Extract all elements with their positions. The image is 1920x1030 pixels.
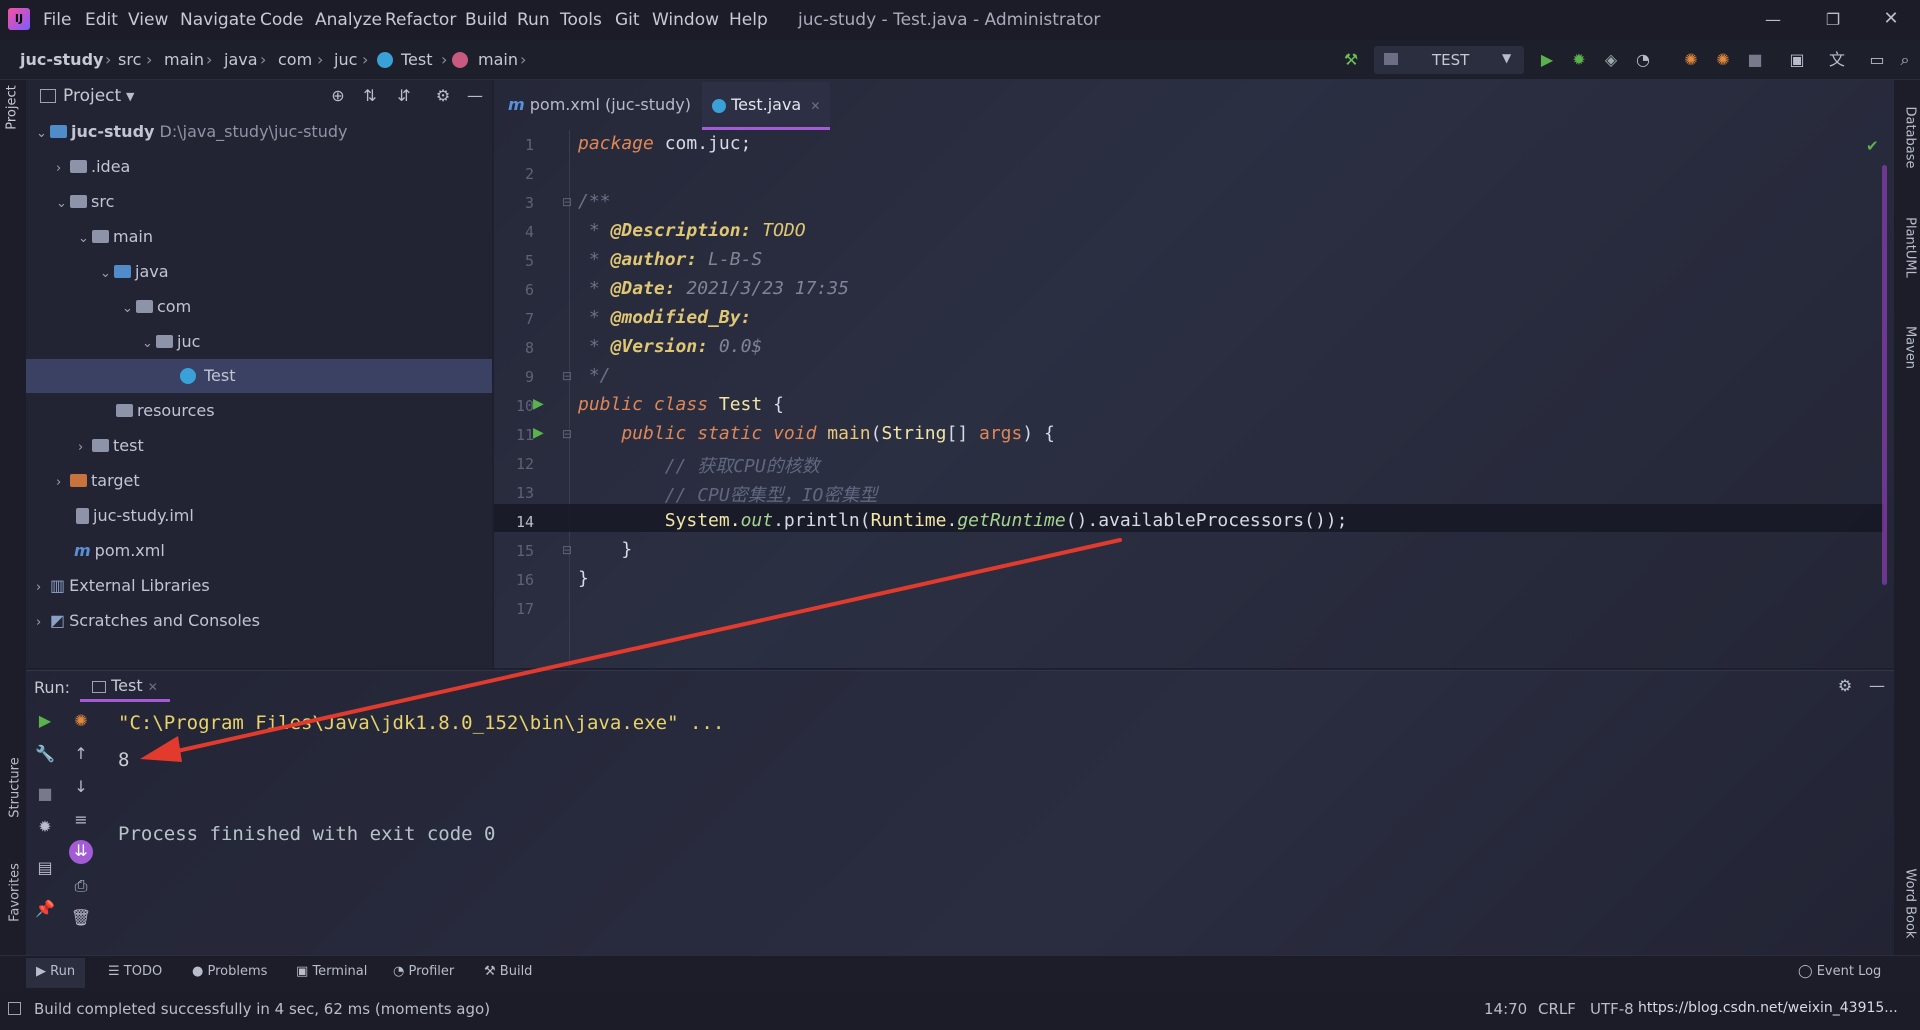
annotation-arrow (140, 538, 1122, 762)
bottom-tab-label: Problems (207, 964, 268, 979)
profiler-icon: ◔ (393, 964, 405, 979)
bottom-tab-event-log[interactable]: ◯ Event Log (1798, 964, 1881, 979)
bottom-tab-terminal[interactable]: ▣ Terminal (296, 964, 367, 979)
bottom-tab-label: Terminal (312, 964, 368, 979)
run-icon: ▶ (36, 964, 46, 979)
hammer-icon: ⚒ (484, 964, 496, 979)
bottom-tab-todo[interactable]: ☰ TODO (108, 964, 162, 979)
bottom-tab-label: Build (499, 964, 533, 979)
bottom-tab-run[interactable]: ▶ Run (26, 958, 86, 988)
list-icon: ☰ (108, 964, 120, 979)
terminal-icon: ▣ (296, 964, 309, 979)
bottom-tab-label: Run (50, 964, 76, 979)
line-separator[interactable]: CRLF (1538, 1000, 1576, 1018)
bottom-tab-label: Event Log (1816, 964, 1882, 979)
event-log-icon: ◯ (1798, 964, 1813, 979)
status-toggle-icon[interactable] (8, 1002, 21, 1015)
bottom-tab-problems[interactable]: ● Problems (192, 964, 267, 979)
watermark-text: https://blog.csdn.net/weixin_43915... (1638, 1000, 1898, 1016)
file-encoding[interactable]: UTF-8 (1590, 1000, 1634, 1018)
bottom-tab-label: TODO (123, 964, 163, 979)
info-icon: ● (192, 964, 204, 979)
bottom-tab-build[interactable]: ⚒ Build (484, 964, 532, 979)
status-message: Build completed successfully in 4 sec, 6… (34, 1000, 491, 1018)
cursor-position[interactable]: 14:70 (1484, 1000, 1527, 1018)
bottom-tab-label: Profiler (408, 964, 455, 979)
bottom-tab-profiler[interactable]: ◔ Profiler (393, 964, 454, 979)
